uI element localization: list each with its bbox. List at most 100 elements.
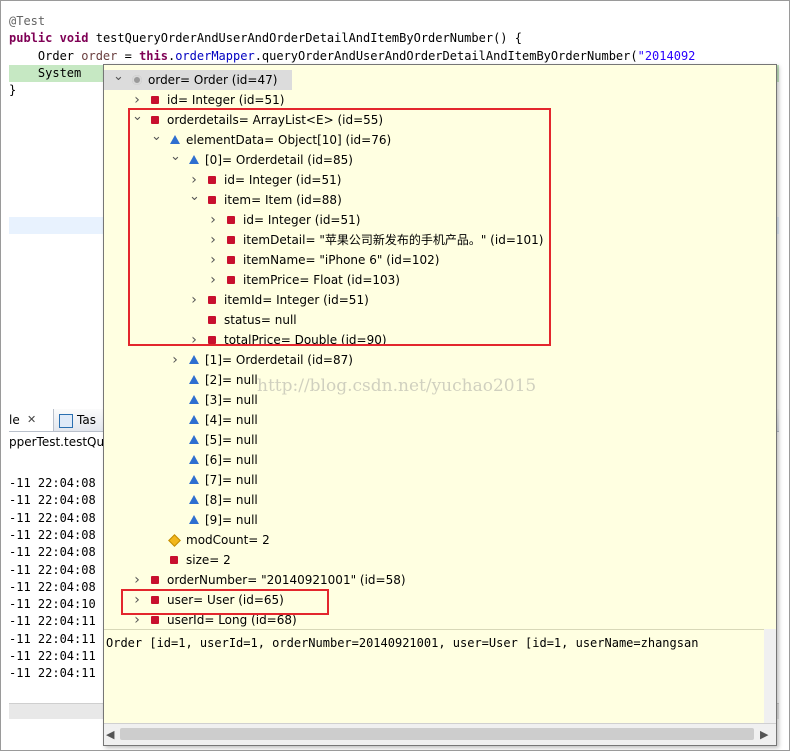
tree-row[interactable]: › [1]= Orderdetail (id=87) bbox=[104, 350, 704, 370]
tree-row-label: modCount= 2 bbox=[186, 533, 270, 547]
tab-console-label: le bbox=[9, 413, 20, 427]
diamond-icon bbox=[168, 534, 181, 547]
tree-row-label: order= Order (id=47) bbox=[148, 73, 278, 87]
console-line: -11 22:04:08 bbox=[9, 476, 96, 490]
keyword-public: public bbox=[9, 31, 53, 45]
scroll-right-arrow-icon[interactable]: ▶ bbox=[760, 728, 768, 741]
annotation-box-orderdetails bbox=[128, 108, 551, 346]
triangle-icon bbox=[189, 375, 199, 384]
annotation-box-user bbox=[121, 589, 329, 615]
tree-row-label: [5]= null bbox=[205, 433, 258, 447]
tree-row-label: [2]= null bbox=[205, 373, 258, 387]
scroll-left-arrow-icon[interactable]: ◀ bbox=[106, 728, 114, 741]
screenshot-frame: @Test public void testQueryOrderAndUserA… bbox=[0, 0, 790, 751]
code-line-close-brace: } bbox=[9, 83, 17, 97]
watermark-text: http://blog.csdn.net/yuchao2015 bbox=[257, 376, 537, 396]
console-line: -11 22:04:08 bbox=[9, 579, 96, 594]
console-title: pperTest.testQue bbox=[9, 435, 112, 449]
keyword-this: this bbox=[139, 49, 168, 63]
detail-vertical-scrollbar[interactable] bbox=[764, 629, 776, 723]
circle-icon bbox=[132, 75, 142, 85]
keyword-void: void bbox=[59, 31, 89, 45]
tree-row[interactable]: [8]= null bbox=[104, 490, 704, 510]
triangle-icon bbox=[189, 395, 199, 404]
code-type-order: Order bbox=[9, 49, 82, 63]
tree-row[interactable]: modCount= 2 bbox=[104, 530, 704, 550]
console-line: -11 22:04:11 bbox=[9, 649, 96, 663]
expand-right-icon[interactable]: › bbox=[132, 570, 142, 590]
expand-right-icon[interactable]: › bbox=[170, 350, 180, 370]
tree-row-label: [9]= null bbox=[205, 513, 258, 527]
tree-row[interactable]: [9]= null bbox=[104, 510, 704, 530]
console-line: -11 22:04:08 bbox=[9, 493, 96, 508]
triangle-icon bbox=[189, 355, 199, 364]
tree-row-label: [1]= Orderdetail (id=87) bbox=[205, 353, 353, 367]
tree-row[interactable]: [5]= null bbox=[104, 430, 704, 450]
triangle-icon bbox=[189, 455, 199, 464]
tree-row-label: size= 2 bbox=[186, 553, 231, 567]
triangle-icon bbox=[189, 475, 199, 484]
console-line: -11 22:04:11 bbox=[9, 631, 96, 646]
expand-right-icon[interactable]: › bbox=[132, 90, 142, 110]
code-var-order: order bbox=[81, 49, 118, 63]
code-string-order-number: "2014092 bbox=[637, 49, 696, 63]
detail-horizontal-scrollbar[interactable]: ◀ ▶ bbox=[104, 723, 776, 745]
tab-tasks-label: Tas bbox=[77, 413, 96, 427]
triangle-icon bbox=[189, 415, 199, 424]
tree-row-label: [8]= null bbox=[205, 493, 258, 507]
console-line: -11 22:04:11 bbox=[9, 614, 96, 629]
square-icon bbox=[151, 96, 159, 104]
tree-row-label: [7]= null bbox=[205, 473, 258, 487]
code-field-order-mapper: orderMapper bbox=[175, 49, 255, 63]
triangle-icon bbox=[189, 435, 199, 444]
tasks-icon bbox=[59, 413, 73, 428]
tree-row[interactable]: [6]= null bbox=[104, 450, 704, 470]
tree-row-label: orderNumber= "20140921001" (id=58) bbox=[167, 573, 406, 587]
triangle-icon bbox=[189, 515, 199, 524]
tab-tasks[interactable]: Tas bbox=[59, 409, 96, 431]
tree-row-label: [4]= null bbox=[205, 413, 258, 427]
triangle-icon bbox=[189, 495, 199, 504]
tree-row-label: [6]= null bbox=[205, 453, 258, 467]
tree-row[interactable]: [7]= null bbox=[104, 470, 704, 490]
detail-text: Order [id=1, userId=1, orderNumber=20140… bbox=[106, 636, 699, 650]
console-line: -11 22:04:10 bbox=[9, 597, 96, 612]
tree-row[interactable]: ⌄ order= Order (id=47) bbox=[104, 70, 292, 90]
tree-row[interactable]: [4]= null bbox=[104, 410, 704, 430]
square-icon bbox=[170, 556, 178, 564]
code-line-annotation: @Test bbox=[9, 14, 46, 28]
close-icon[interactable]: ✕ bbox=[27, 409, 36, 431]
tree-row[interactable]: size= 2 bbox=[104, 550, 704, 570]
expand-down-icon[interactable]: ⌄ bbox=[113, 70, 124, 90]
code-assign: = bbox=[117, 49, 140, 63]
tree-row-label: [3]= null bbox=[205, 393, 258, 407]
detail-pane[interactable]: Order [id=1, userId=1, orderNumber=20140… bbox=[104, 629, 776, 724]
console-line: -11 22:04:08 bbox=[9, 527, 96, 542]
square-icon bbox=[151, 576, 159, 584]
method-signature-text: testQueryOrderAndUserAndOrderDetailAndIt… bbox=[88, 31, 522, 45]
code-method-call: .queryOrderAndUserAndOrderDetailAndItemB… bbox=[254, 49, 638, 63]
tab-console[interactable]: le ✕ bbox=[9, 409, 54, 431]
tree-row[interactable]: › orderNumber= "20140921001" (id=58) bbox=[104, 570, 704, 590]
console-line: -11 22:04:11 bbox=[9, 666, 96, 681]
square-icon bbox=[151, 616, 159, 624]
tree-row-label: id= Integer (id=51) bbox=[167, 93, 285, 107]
code-line-method-signature: public void testQueryOrderAndUserAndOrde… bbox=[9, 30, 522, 47]
code-line-system: System bbox=[9, 66, 82, 80]
console-line: -11 22:04:08 bbox=[9, 510, 96, 525]
code-line-order-assignment: Order order = this.orderMapper.queryOrde… bbox=[9, 48, 696, 65]
tree-row[interactable]: › id= Integer (id=51) bbox=[104, 90, 704, 110]
console-line: -11 22:04:08 bbox=[9, 562, 96, 577]
scroll-thumb[interactable] bbox=[120, 728, 754, 740]
console-line: -11 22:04:08 bbox=[9, 545, 96, 560]
